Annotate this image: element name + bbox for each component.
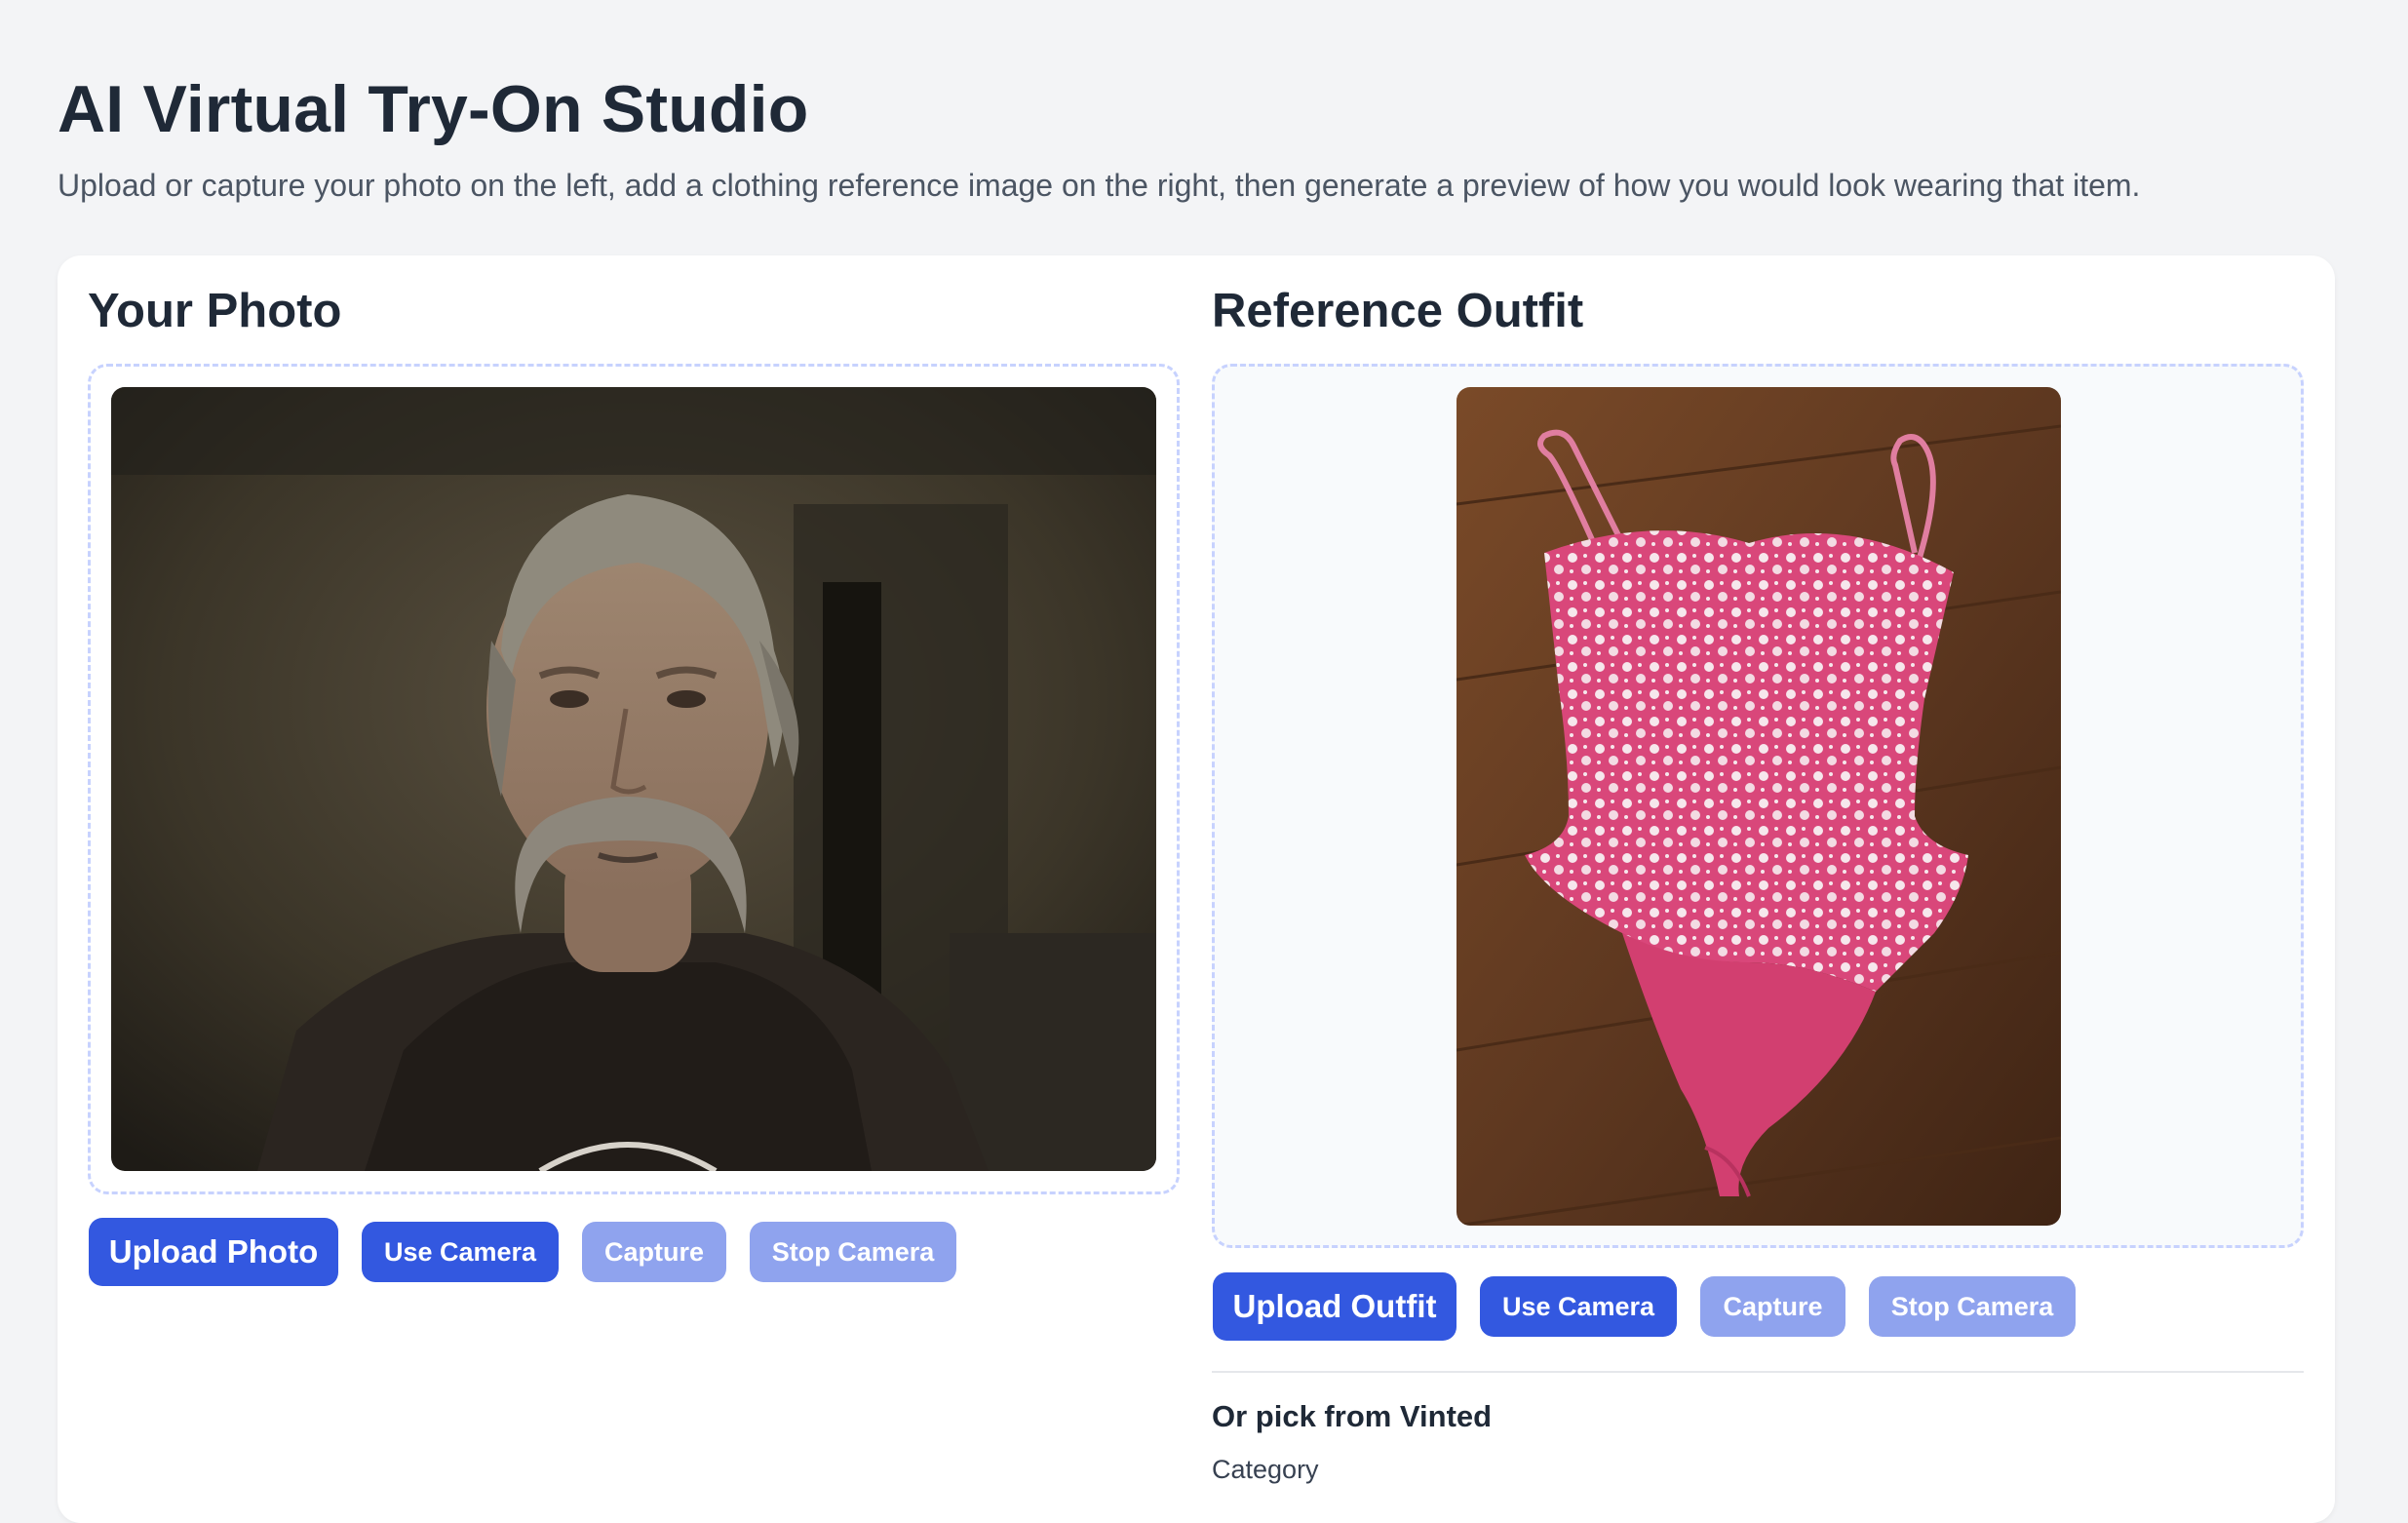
category-label: Category xyxy=(1212,1455,1319,1484)
reference-outfit-heading: Reference Outfit xyxy=(1212,285,1584,337)
user-photo xyxy=(111,387,1156,1171)
left-capture-button[interactable]: Capture xyxy=(582,1222,726,1282)
outfit-dropzone[interactable] xyxy=(1212,364,2304,1248)
your-photo-heading: Your Photo xyxy=(88,285,342,337)
left-use-camera-button[interactable]: Use Camera xyxy=(362,1222,559,1282)
left-stop-camera-button[interactable]: Stop Camera xyxy=(750,1222,956,1282)
try-on-card: Your Photo Upload Photo Use Camera Captu… xyxy=(58,255,2335,1523)
page-subtitle: Upload or capture your photo on the left… xyxy=(58,168,2141,203)
user-photo-image xyxy=(111,387,1156,1171)
divider xyxy=(1212,1371,2304,1373)
vinted-heading: Or pick from Vinted xyxy=(1212,1399,1493,1433)
upload-outfit-button[interactable]: Upload Outfit xyxy=(1213,1272,1456,1341)
page-title: AI Virtual Try-On Studio xyxy=(58,72,809,146)
right-capture-button[interactable]: Capture xyxy=(1700,1276,1845,1337)
page: AI Virtual Try-On Studio Upload or captu… xyxy=(0,0,2408,1523)
outfit-photo xyxy=(1456,387,2061,1226)
upload-photo-button[interactable]: Upload Photo xyxy=(89,1218,338,1286)
right-stop-camera-button[interactable]: Stop Camera xyxy=(1869,1276,2076,1337)
outfit-photo-image xyxy=(1456,387,2061,1226)
photo-dropzone[interactable] xyxy=(88,364,1180,1194)
right-use-camera-button[interactable]: Use Camera xyxy=(1480,1276,1677,1337)
